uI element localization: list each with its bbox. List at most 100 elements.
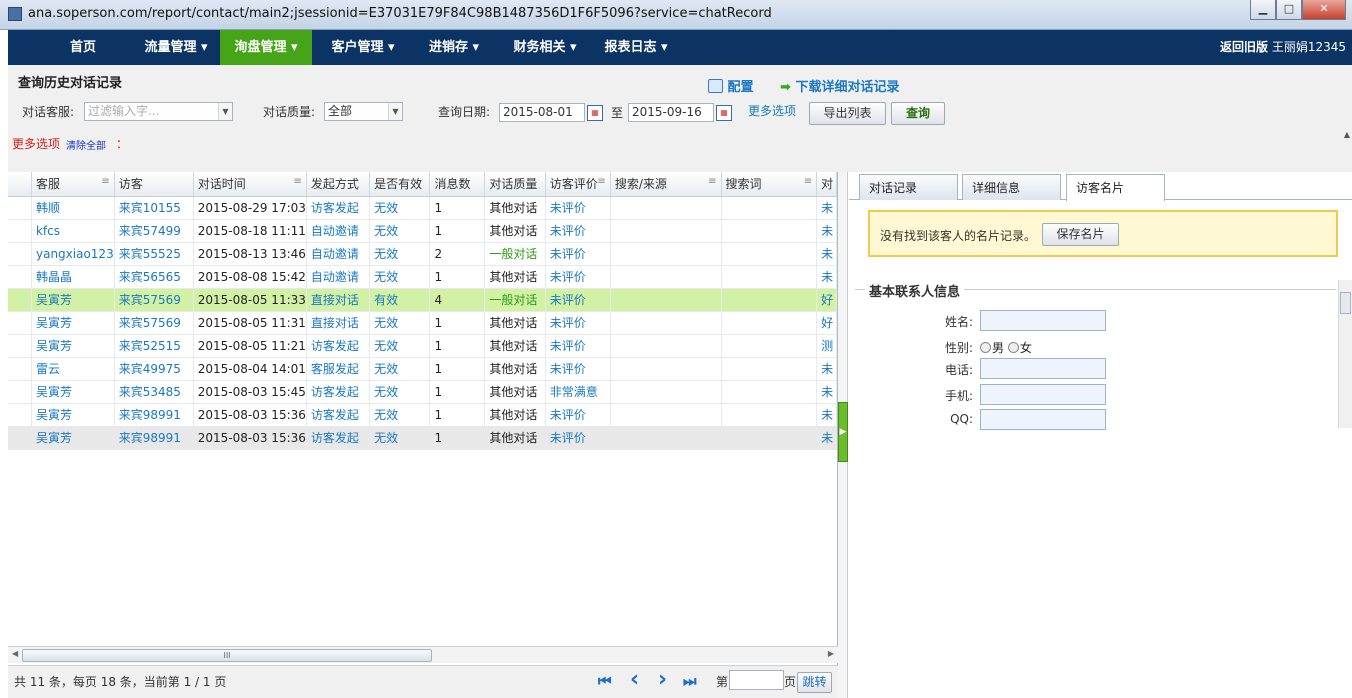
back-to-old-link[interactable]: 返回旧版 bbox=[1220, 40, 1268, 54]
form-vertical-scrollbar[interactable] bbox=[1338, 280, 1352, 428]
qq-input[interactable] bbox=[980, 409, 1106, 430]
cell-visitor[interactable]: 来宾49975 bbox=[114, 357, 194, 381]
table-row[interactable]: 吴寅芳 来宾98991 2015-08-03 15:36 访客发起 无效 1 其他对话 未评价… bbox=[8, 403, 837, 427]
maximize-button[interactable]: □ bbox=[1276, 0, 1302, 20]
last-page-icon[interactable]: ⏭ bbox=[683, 672, 697, 690]
menu-icon[interactable]: ≡ bbox=[597, 176, 605, 187]
table-row[interactable]: 吴寅芳 来宾53485 2015-08-03 15:45 访客发起 无效 1 其他对话 非常满… bbox=[8, 380, 837, 404]
table-row[interactable]: 韩顺 来宾10155 2015-08-29 17:03 访客发起 无效 1 其他对话 未评价 未 bbox=[8, 196, 837, 220]
nav-inquiry[interactable]: 洵盘管理 ▾ bbox=[220, 30, 312, 71]
scroll-thumb[interactable] bbox=[1340, 292, 1351, 314]
cell-agent[interactable]: 吴寅芳 bbox=[31, 311, 115, 335]
search-button[interactable]: 查询 bbox=[891, 102, 945, 125]
cell-agent[interactable]: 吴寅芳 bbox=[31, 380, 115, 404]
download-link[interactable]: ➡ 下载详细对话记录 bbox=[780, 76, 899, 95]
clear-all-link[interactable]: 清除全部 bbox=[66, 137, 106, 152]
close-button[interactable]: ✕ bbox=[1302, 0, 1346, 20]
collapse-handle-icon[interactable]: ▶ bbox=[838, 402, 848, 462]
col-header-mode[interactable]: 发起方式 bbox=[306, 172, 371, 197]
menu-icon[interactable]: ≡ bbox=[101, 176, 109, 187]
cell-count: 1 bbox=[429, 265, 486, 289]
cell-visitor[interactable]: 来宾53485 bbox=[114, 380, 194, 404]
cell-visitor[interactable]: 来宾57499 bbox=[114, 219, 194, 243]
gender-male-radio[interactable] bbox=[980, 342, 991, 353]
nav-customer[interactable]: 客户管理 ▾ bbox=[318, 30, 408, 65]
scroll-right-icon[interactable]: ▶ bbox=[828, 649, 834, 658]
export-list-button[interactable]: 导出列表 bbox=[809, 102, 886, 125]
nav-inventory[interactable]: 进销存 ▾ bbox=[416, 30, 492, 65]
phone-input[interactable] bbox=[980, 358, 1106, 379]
col-header-visitor[interactable]: 访客 bbox=[114, 172, 194, 197]
panel-splitter[interactable]: ▶ bbox=[838, 172, 848, 698]
page-suffix: 页 bbox=[784, 675, 797, 689]
save-card-button[interactable]: 保存名片 bbox=[1042, 223, 1119, 246]
col-header-rating[interactable]: 访客评价 ≡ bbox=[545, 172, 611, 197]
calendar-icon[interactable]: ▦ bbox=[716, 105, 732, 121]
cell-visitor[interactable]: 来宾57569 bbox=[114, 288, 194, 312]
next-page-icon[interactable]: › bbox=[658, 667, 667, 692]
tab-chat-record[interactable]: 对话记录 bbox=[859, 174, 958, 200]
nav-finance[interactable]: 财务相关 ▾ bbox=[500, 30, 590, 65]
cell-agent[interactable]: 吴寅芳 bbox=[31, 403, 115, 427]
date-to-input[interactable]: 2015-09-16 bbox=[628, 103, 714, 122]
table-row[interactable]: 吴寅芳 来宾98991 2015-08-03 15:36 访客发起 无效 1 其他对话 未评价… bbox=[8, 426, 837, 450]
cell-agent[interactable]: 吴寅芳 bbox=[31, 288, 115, 312]
menu-icon[interactable]: ≡ bbox=[804, 176, 812, 187]
table-row[interactable]: 吴寅芳 来宾57569 2015-08-05 11:33 直接对话 有效 4 一般对话 未评价… bbox=[8, 288, 837, 312]
col-header-agent[interactable]: 客服 ≡ bbox=[31, 172, 115, 197]
agent-filter-input[interactable]: 过滤输入字... bbox=[84, 102, 233, 121]
prev-page-icon[interactable]: ‹ bbox=[630, 667, 639, 692]
col-header-count[interactable]: 消息数 bbox=[429, 172, 486, 197]
menu-icon[interactable]: ≡ bbox=[708, 176, 716, 187]
menu-icon[interactable]: ≡ bbox=[294, 176, 302, 187]
grid-horizontal-scrollbar[interactable]: ◀ III ▶ bbox=[8, 646, 838, 663]
cell-visitor[interactable]: 来宾57569 bbox=[114, 311, 194, 335]
col-header-valid[interactable]: 是否有效 bbox=[369, 172, 431, 197]
cell-visitor[interactable]: 来宾56565 bbox=[114, 265, 194, 289]
cell-agent[interactable]: 韩晶晶 bbox=[31, 265, 115, 289]
table-row[interactable]: 韩晶晶 来宾56565 2015-08-08 15:42 自动邀请 无效 1 其他对话 未评价… bbox=[8, 265, 837, 289]
more-options-link[interactable]: 更多选项 bbox=[748, 102, 796, 119]
table-row[interactable]: 吴寅芳 来宾52515 2015-08-05 11:21 访客发起 无效 1 其他对话 未评价… bbox=[8, 334, 837, 358]
nav-traffic[interactable]: 流量管理 ▾ bbox=[134, 30, 218, 65]
cell-agent[interactable]: kfcs bbox=[31, 219, 115, 243]
minimize-button[interactable]: ▁ bbox=[1250, 0, 1276, 20]
first-page-icon[interactable]: ⏮ bbox=[598, 672, 612, 690]
tab-visitor-card[interactable]: 访客名片 bbox=[1066, 174, 1165, 201]
col-header-source[interactable]: 搜索/来源 ≡ bbox=[610, 172, 722, 197]
cell-visitor[interactable]: 来宾98991 bbox=[114, 403, 194, 427]
table-row[interactable]: 雷云 来宾49975 2015-08-04 14:01 客服发起 无效 1 其他对话 未评价 未 bbox=[8, 357, 837, 381]
jump-button[interactable]: 跳转 bbox=[797, 672, 832, 693]
col-header-extra[interactable]: 对 bbox=[816, 172, 837, 197]
cell-visitor[interactable]: 来宾55525 bbox=[114, 242, 194, 266]
nav-home[interactable]: 首页 bbox=[58, 30, 108, 65]
cell-agent[interactable]: 雷云 bbox=[31, 357, 115, 381]
gender-female-radio[interactable] bbox=[1007, 342, 1019, 353]
cell-visitor[interactable]: 来宾52515 bbox=[114, 334, 194, 358]
calendar-icon[interactable]: ▦ bbox=[587, 105, 603, 121]
mobile-input[interactable] bbox=[980, 384, 1106, 405]
nav-reports[interactable]: 报表日志 ▾ bbox=[594, 30, 678, 65]
table-row[interactable]: 吴寅芳 来宾57569 2015-08-05 11:31 直接对话 无效 1 其他对话 未评价… bbox=[8, 311, 837, 335]
scroll-left-icon[interactable]: ◀ bbox=[12, 649, 18, 658]
cell-agent[interactable]: 韩顺 bbox=[31, 196, 115, 220]
table-row[interactable]: yangxiao123 来宾55525 2015-08-13 13:46 自动邀请 无效… bbox=[8, 242, 837, 266]
col-header-keyword[interactable]: 搜索词 ≡ bbox=[721, 172, 818, 197]
date-from-input[interactable]: 2015-08-01 bbox=[499, 103, 585, 122]
cell-visitor[interactable]: 来宾98991 bbox=[114, 426, 194, 450]
table-row[interactable]: kfcs 来宾57499 2015-08-18 11:11 自动邀请 无效 1 其他对话 未评… bbox=[8, 219, 837, 243]
config-link[interactable]: 配置 bbox=[708, 76, 754, 95]
tab-detail-info[interactable]: 详细信息 bbox=[962, 174, 1061, 200]
cell-visitor[interactable]: 来宾10155 bbox=[114, 196, 194, 220]
cell-agent[interactable]: yangxiao123 bbox=[31, 242, 115, 266]
page-number-input[interactable] bbox=[729, 670, 784, 690]
cell-agent[interactable]: 吴寅芳 bbox=[31, 426, 115, 450]
col-header-quality[interactable]: 对话质量 bbox=[484, 172, 546, 197]
col-header-time[interactable]: 对话时间 ≡ bbox=[193, 172, 307, 197]
scroll-thumb[interactable]: III bbox=[22, 649, 432, 662]
agent-dropdown-icon[interactable]: ▼ bbox=[218, 103, 232, 120]
more-options-toggle[interactable]: 更多选项 bbox=[12, 135, 60, 152]
cell-agent[interactable]: 吴寅芳 bbox=[31, 334, 115, 358]
quality-dropdown-icon[interactable]: ▼ bbox=[388, 103, 402, 120]
name-input[interactable] bbox=[980, 310, 1106, 331]
